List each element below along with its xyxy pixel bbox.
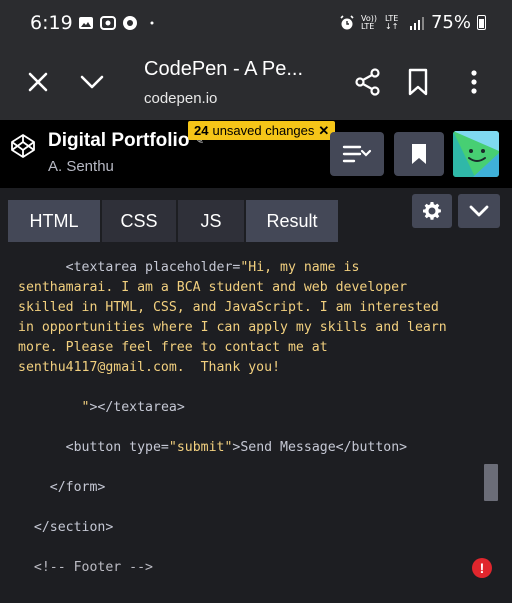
code-tag: <button [65,440,130,455]
view-tabs: HTML CSS JS Result [8,200,338,242]
code-tag: <textarea [65,260,146,275]
pen-author[interactable]: A. Senthu [48,158,114,175]
status-right: Vo)) LTE LTE ↓↑ 75% [339,12,486,33]
code-attr: type= [129,440,169,455]
code-string: "submit" [168,440,233,455]
chevron-down-icon [469,205,489,217]
gallery-icon [79,17,93,29]
view-menu-icon [342,145,372,163]
codepen-logo-icon[interactable] [10,133,36,159]
code-line: in opportunities where I can apply my sk… [18,320,447,335]
unsaved-label: unsaved changes [212,123,315,138]
notification-icons [78,15,158,31]
browser-toolbar: CodePen - A Pe... codepen.io [0,48,512,120]
pen-bookmark-button[interactable] [394,132,444,176]
code-tag: </button> [335,440,408,455]
signal-icon [409,16,424,30]
pen-title[interactable]: Digital Portfolio [48,130,189,152]
tab-css[interactable]: CSS [102,200,176,242]
collapse-editor-button[interactable] [458,194,500,228]
page-url[interactable]: codepen.io [144,90,217,107]
pen-header: Digital Portfolio ✎ A. Senthu 24 unsaved… [0,120,512,188]
scrollbar-thumb[interactable] [484,464,498,501]
battery-percent: 75% [430,12,471,33]
code-line: </section> [18,520,114,535]
tab-js[interactable]: JS [178,200,244,242]
code-line: </form> [18,480,106,495]
code-tag: ></textarea> [89,400,185,415]
code-line: skilled in HTML, CSS, and JavaScript. I … [18,300,439,315]
code-line: senthamarai. I am a BCA student and web … [18,280,408,295]
code-text: Send Message [240,440,336,455]
volte-label: Vo)) LTE [360,13,377,31]
media-icon [100,16,116,30]
tab-html[interactable]: HTML [8,200,100,242]
close-icon[interactable] [22,66,54,98]
bookmark-icon [412,144,426,164]
code-line: <button type="submit">Send Message</butt… [65,440,408,455]
code-comment: <!-- Footer --> [18,560,153,575]
close-icon[interactable]: ✕ [318,123,329,139]
page-title[interactable]: CodePen - A Pe... [144,58,303,81]
code-line: <textarea placeholder="Hi, my name is [18,258,360,278]
code-line: "></textarea> [18,398,185,418]
avatar[interactable] [453,131,499,177]
dot-icon [150,21,154,25]
code-string: "Hi, my name is [240,260,360,275]
unsaved-changes-badge[interactable]: 24 unsaved changes ✕ [188,121,336,140]
code-attr: placeholder= [145,260,241,275]
status-time: 6:19 [30,12,73,34]
more-vert-icon[interactable] [458,66,490,98]
gear-icon [423,202,441,220]
code-line: senthu4117@gmail.com. Thank you! [18,360,281,375]
change-view-button[interactable] [330,132,384,176]
chevron-down-icon[interactable] [76,66,108,98]
app-notification-icon [123,16,137,30]
editor-area: HTML CSS JS Result <textarea placeholder… [0,188,512,603]
error-icon[interactable]: ! [472,558,492,578]
alarm-icon [340,14,354,29]
lte-label: LTE ↓↑ [384,13,399,31]
battery-icon [477,15,486,30]
code-line: more. Please feel free to contact me at [18,340,328,355]
share-icon[interactable] [352,66,384,98]
avatar-image [453,131,499,177]
tab-result[interactable]: Result [246,200,338,242]
editor-settings-button[interactable] [412,194,452,228]
bookmark-icon[interactable] [402,66,434,98]
unsaved-count: 24 [194,123,209,138]
status-bar: 6:19 Vo)) LTE LTE ↓↑ 75% [0,0,512,48]
